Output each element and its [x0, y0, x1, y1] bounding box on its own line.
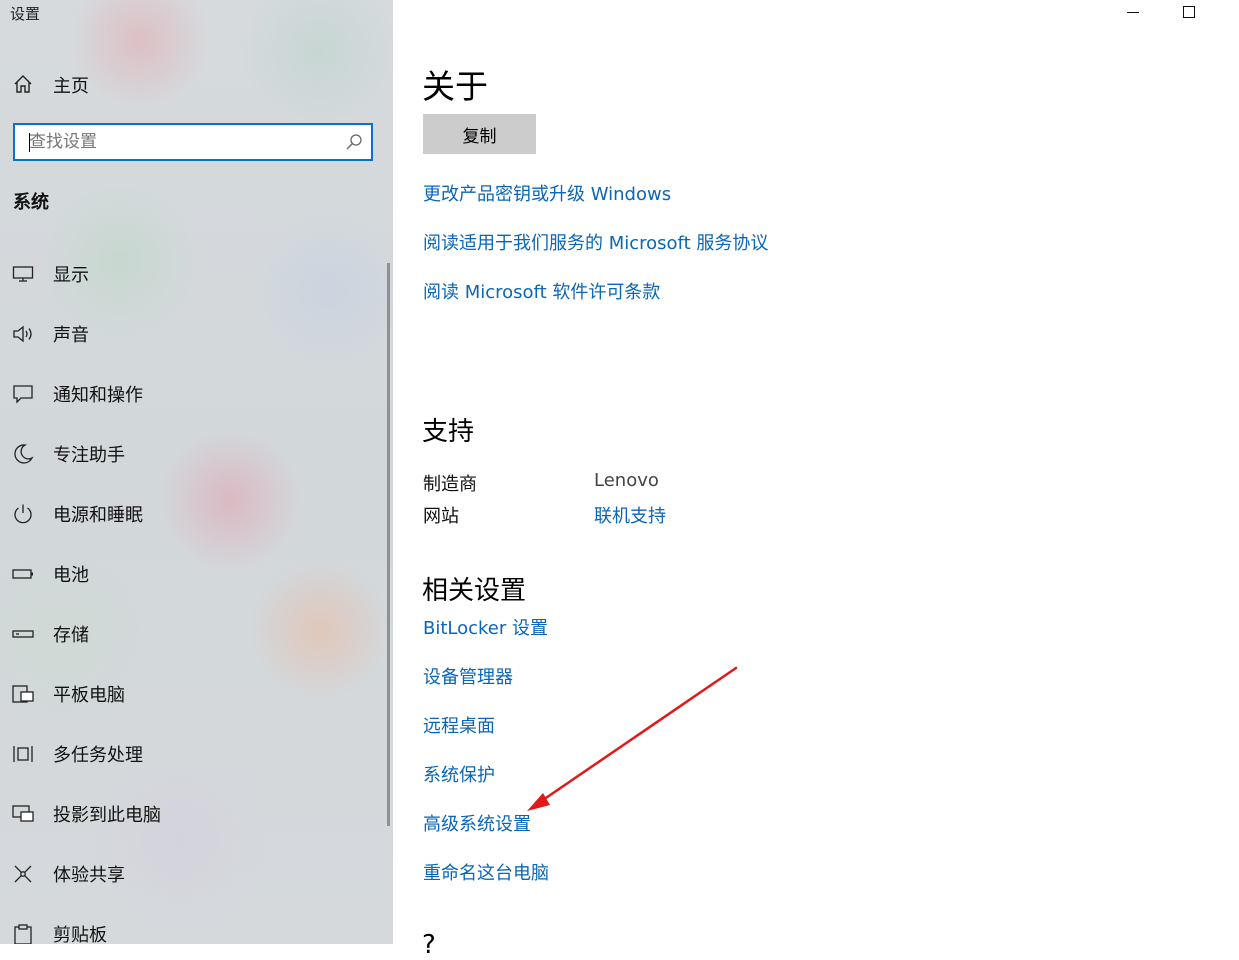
- cut-off-heading: ?: [422, 930, 436, 960]
- website-label: 网站: [423, 506, 459, 527]
- sidebar-item-tablet[interactable]: 平板电脑: [0, 663, 385, 723]
- sidebar-item-display[interactable]: 显示: [0, 243, 385, 303]
- sidebar-item-label: 存储: [53, 625, 89, 646]
- page-title: 关于: [422, 67, 488, 106]
- nav-list: 显示 声音 通知和操作 专注助手 电源和睡眠 电池 存储 平板电脑 多任务处理 …: [0, 243, 385, 944]
- sidebar-item-label: 体验共享: [53, 865, 125, 886]
- sidebar-item-focus-assist[interactable]: 专注助手: [0, 423, 385, 483]
- online-support-link[interactable]: 联机支持: [594, 502, 666, 528]
- minimize-button[interactable]: [1110, 0, 1156, 26]
- sidebar-item-label: 投影到此电脑: [53, 805, 161, 826]
- project-icon: [12, 805, 34, 822]
- sidebar-item-notifications[interactable]: 通知和操作: [0, 363, 385, 423]
- sidebar-item-label: 通知和操作: [53, 385, 143, 406]
- sidebar-item-label: 多任务处理: [53, 745, 143, 766]
- notification-icon: [13, 385, 33, 404]
- link-services-agreement[interactable]: 阅读适用于我们服务的 Microsoft 服务协议: [423, 229, 768, 255]
- battery-icon: [12, 569, 33, 579]
- sidebar-item-label: 专注助手: [53, 445, 125, 466]
- manufacturer-label: 制造商: [423, 474, 477, 495]
- speaker-icon: [13, 325, 32, 343]
- copy-button[interactable]: 复制: [423, 114, 536, 154]
- nav-home-label: 主页: [53, 76, 89, 97]
- link-advanced-system-settings[interactable]: 高级系统设置: [423, 810, 531, 836]
- sidebar-item-label: 剪贴板: [53, 925, 107, 944]
- sidebar-item-label: 平板电脑: [53, 685, 125, 706]
- link-remote-desktop[interactable]: 远程桌面: [423, 712, 495, 738]
- link-device-manager[interactable]: 设备管理器: [423, 663, 513, 689]
- sidebar-item-project-to-pc[interactable]: 投影到此电脑: [0, 783, 385, 843]
- search-box[interactable]: [13, 123, 373, 161]
- maximize-icon: [1183, 6, 1195, 18]
- search-input[interactable]: [15, 125, 349, 159]
- link-bitlocker-settings[interactable]: BitLocker 设置: [423, 614, 548, 640]
- link-system-protection[interactable]: 系统保护: [423, 761, 495, 787]
- sidebar-item-label: 声音: [53, 325, 89, 346]
- sidebar-item-shared-experiences[interactable]: 体验共享: [0, 843, 385, 903]
- tablet-icon: [12, 685, 34, 703]
- minimize-icon: [1127, 12, 1139, 13]
- clipboard-icon: [14, 924, 32, 944]
- power-icon: [14, 504, 32, 524]
- sidebar-item-label: 电源和睡眠: [53, 505, 143, 526]
- sidebar-item-label: 显示: [53, 265, 89, 286]
- sidebar-item-sound[interactable]: 声音: [0, 303, 385, 363]
- sidebar-item-battery[interactable]: 电池: [0, 543, 385, 603]
- sidebar-item-storage[interactable]: 存储: [0, 603, 385, 663]
- navigation-pane: 设置 主页 系统 显示 声音: [0, 0, 393, 944]
- link-change-product-key[interactable]: 更改产品密钥或升级 Windows: [423, 180, 671, 206]
- window-title: 设置: [10, 5, 41, 23]
- link-rename-pc[interactable]: 重命名这台电脑: [423, 859, 549, 885]
- related-settings-heading: 相关设置: [422, 576, 527, 606]
- sidebar-item-clipboard[interactable]: 剪贴板: [0, 903, 385, 944]
- nav-scrollbar[interactable]: [387, 263, 390, 826]
- display-icon: [12, 266, 34, 282]
- search-icon[interactable]: [345, 133, 363, 151]
- link-license-terms[interactable]: 阅读 Microsoft 软件许可条款: [423, 278, 660, 304]
- home-icon: [14, 75, 32, 93]
- sidebar-item-power-sleep[interactable]: 电源和睡眠: [0, 483, 385, 543]
- nav-section-title: 系统: [13, 192, 49, 213]
- storage-icon: [12, 630, 34, 638]
- support-heading: 支持: [422, 417, 475, 447]
- moon-icon: [14, 444, 34, 464]
- manufacturer-value: Lenovo: [594, 470, 659, 491]
- multitask-icon: [13, 746, 33, 762]
- sidebar-item-multitasking[interactable]: 多任务处理: [0, 723, 385, 783]
- share-icon: [14, 865, 32, 883]
- nav-home[interactable]: 主页: [0, 64, 393, 102]
- maximize-button[interactable]: [1166, 0, 1212, 26]
- text-caret: [29, 133, 30, 152]
- sidebar-item-label: 电池: [53, 565, 89, 586]
